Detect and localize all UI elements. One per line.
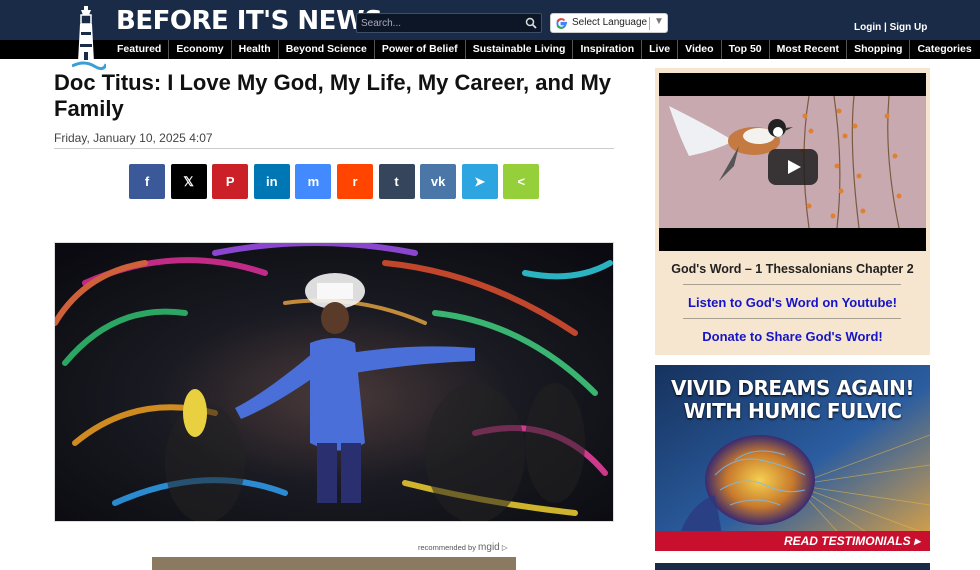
video-widget-title: God's Word – 1 Thessalonians Chapter 2: [671, 262, 914, 276]
read-testimonials-button[interactable]: READ TESTIMONIALS ▸: [655, 531, 930, 551]
tumblr-share-button[interactable]: t: [378, 164, 415, 199]
chevron-down-icon: ▼: [654, 16, 664, 27]
ad-choices-icon: ▷: [501, 543, 508, 552]
nav-item-video[interactable]: Video: [677, 40, 720, 59]
linkedin-icon: in: [266, 174, 278, 189]
language-divider: [649, 17, 650, 30]
nav-item-featured[interactable]: Featured: [110, 40, 168, 59]
title-divider: [54, 148, 614, 149]
nav-item-economy[interactable]: Economy: [168, 40, 230, 59]
lighthouse-logo-icon[interactable]: [71, 6, 108, 72]
nav-item-categories[interactable]: Categories: [909, 40, 978, 59]
widget-divider: [683, 318, 901, 319]
article-hero-image[interactable]: [54, 242, 614, 522]
google-g-icon: [556, 18, 568, 29]
search-input[interactable]: [361, 16, 521, 31]
search-box[interactable]: [356, 13, 542, 33]
recommended-prefix: recommended by: [418, 543, 476, 552]
site-title[interactable]: BEFORE IT'S NEWS: [116, 4, 383, 38]
nav-item-inspiration[interactable]: Inspiration: [572, 40, 641, 59]
telegram-icon: ➤: [474, 173, 486, 189]
signup-link[interactable]: Sign Up: [890, 22, 928, 33]
reddit-share-button[interactable]: r: [336, 164, 373, 199]
x-share-button[interactable]: 𝕏: [170, 164, 207, 199]
widget-divider: [683, 284, 901, 285]
share-buttons: f 𝕏 Pin m r t vk ➤ <: [129, 164, 545, 199]
humic-fulvic-ad[interactable]: VIVID DREAMS AGAIN! WITH HUMIC FULVIC RE…: [655, 365, 930, 551]
ad-headline-line1: VIVID DREAMS AGAIN!: [671, 376, 915, 400]
messenger-icon: m: [307, 174, 320, 189]
vk-icon: vk: [430, 174, 446, 189]
mgid-brand: mgid: [478, 542, 500, 553]
language-select[interactable]: Select Language ▼: [550, 13, 668, 33]
share-share-button[interactable]: <: [503, 164, 540, 199]
linkedin-share-button[interactable]: in: [253, 164, 290, 199]
reddit-icon: r: [352, 174, 358, 189]
nav-item-top-50[interactable]: Top 50: [720, 40, 769, 59]
search-icon[interactable]: [525, 17, 537, 29]
nav-item-most-recent[interactable]: Most Recent: [768, 40, 846, 59]
ad-headline-line2: WITH HUMIC FULVIC: [683, 399, 902, 423]
tumblr-icon: t: [394, 174, 399, 189]
facebook-icon: f: [144, 174, 150, 189]
nav-item-live[interactable]: Live: [641, 40, 677, 59]
pinterest-icon: P: [225, 174, 235, 189]
nav-item-health[interactable]: Health: [230, 40, 278, 59]
recommended-by-mgid[interactable]: recommended by mgid ▷: [418, 542, 508, 553]
article-title: Doc Titus: I Love My God, My Life, My Ca…: [54, 70, 612, 121]
auth-links: Login | Sign Up: [854, 22, 927, 33]
nav-item-power-of-belief[interactable]: Power of Belief: [373, 40, 465, 59]
pinterest-share-button[interactable]: P: [212, 164, 249, 199]
facebook-share-button[interactable]: f: [129, 164, 165, 199]
article-date: Friday, January 10, 2025 4:07: [54, 131, 213, 145]
language-label: Select Language: [572, 17, 648, 28]
nav-item-sustainable-living[interactable]: Sustainable Living: [464, 40, 573, 59]
messenger-share-button[interactable]: m: [295, 164, 332, 199]
login-link[interactable]: Login: [854, 22, 881, 33]
video-widget: God's Word – 1 Thessalonians Chapter 2 L…: [655, 68, 930, 355]
nav-item-shopping[interactable]: Shopping: [846, 40, 909, 59]
x-icon: 𝕏: [183, 173, 194, 189]
donate-link[interactable]: Donate to Share God's Word!: [655, 329, 930, 344]
youtube-link[interactable]: Listen to God's Word on Youtube!: [655, 295, 930, 310]
sidebar-ad-secondary[interactable]: [655, 563, 930, 570]
vk-share-button[interactable]: vk: [420, 164, 457, 199]
ad-headline: VIVID DREAMS AGAIN! WITH HUMIC FULVIC: [655, 377, 930, 423]
main-nav: Featured Economy Health Beyond Science P…: [110, 40, 979, 59]
share-icon: <: [517, 174, 526, 189]
telegram-share-button[interactable]: ➤: [461, 164, 498, 199]
play-icon[interactable]: [768, 149, 818, 185]
video-player[interactable]: [659, 73, 926, 251]
recommended-thumbnail[interactable]: [152, 557, 516, 570]
nav-item-beyond-science[interactable]: Beyond Science: [277, 40, 374, 59]
